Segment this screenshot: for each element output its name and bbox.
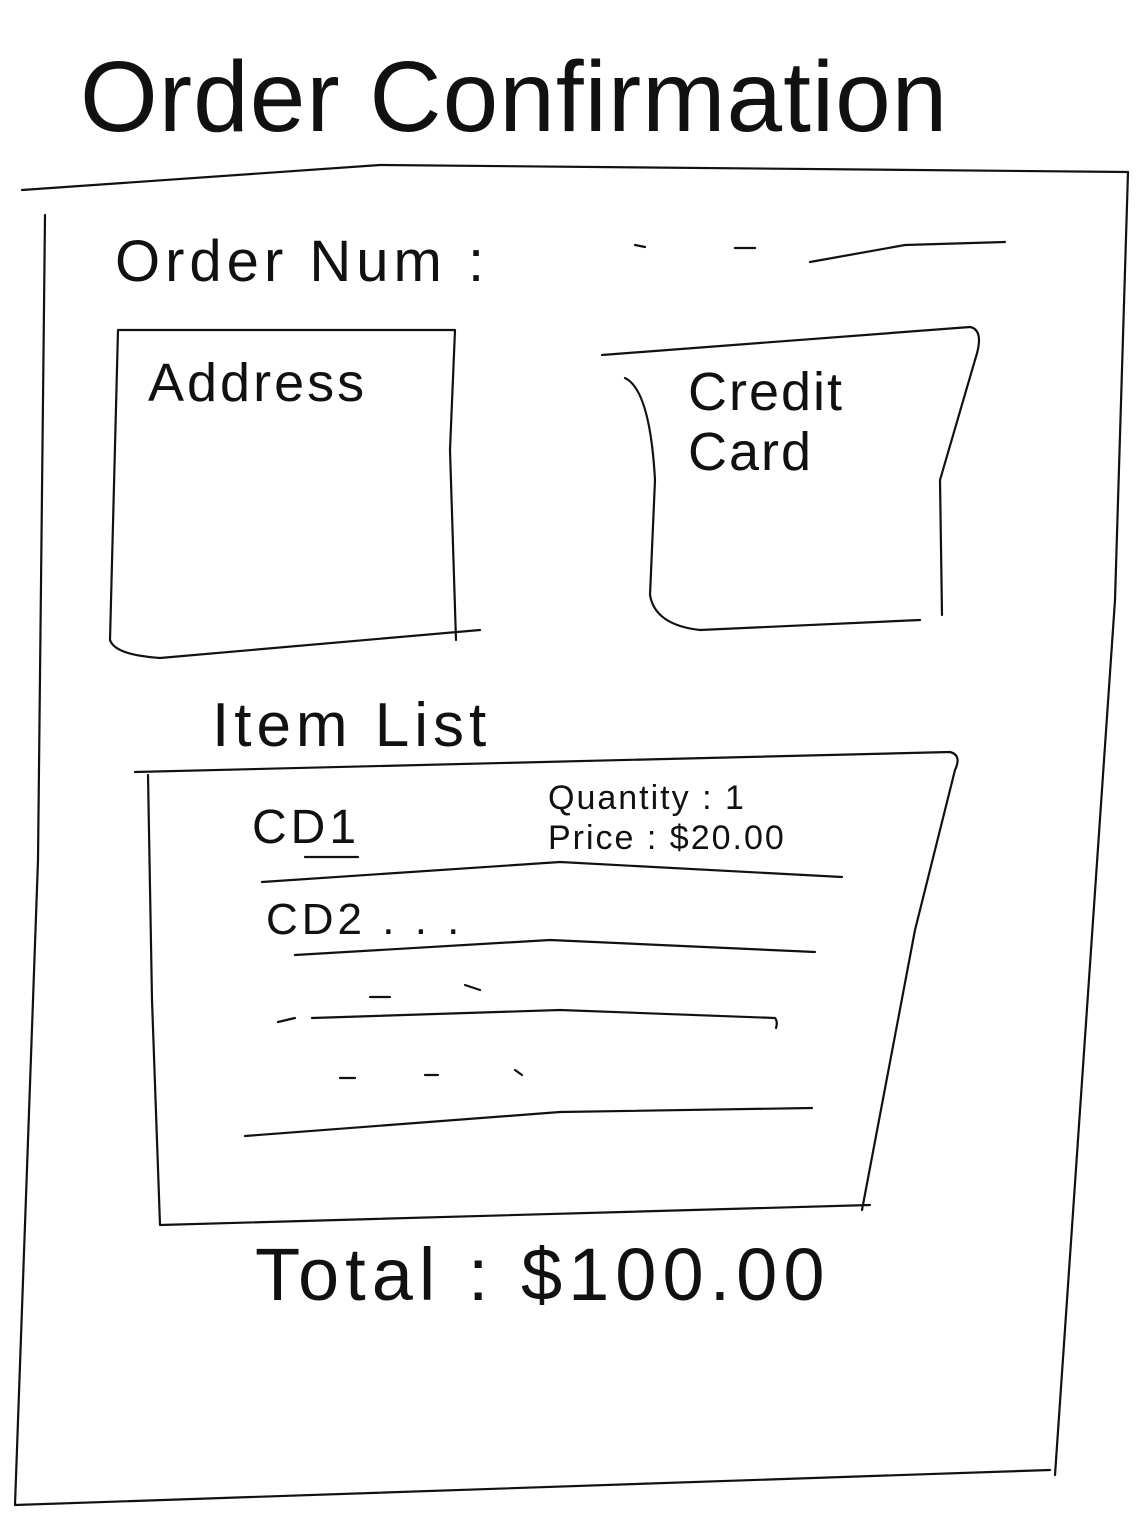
credit-card-line1: Credit <box>688 362 845 422</box>
item-price: Price : $20.00 <box>548 819 786 857</box>
item-list-heading: Item List <box>212 691 492 760</box>
item-quantity: Quantity : 1 <box>548 779 746 817</box>
page-title: Order Confirmation <box>80 41 949 153</box>
row-divider-1 <box>260 860 844 884</box>
title-underline <box>20 163 1130 192</box>
order-number-label: Order Num : <box>115 229 490 294</box>
item-details: Quantity : 1 Price : $20.00 <box>548 778 786 858</box>
row-divider-3 <box>310 1008 778 1030</box>
row-divider-4 <box>243 1106 814 1138</box>
credit-card-line2: Card <box>688 422 814 482</box>
order-num-dashes <box>633 240 1007 264</box>
address-label: Address <box>148 353 368 413</box>
item-name: CD2 . . . <box>266 895 464 944</box>
credit-card-label: Credit Card <box>688 362 844 482</box>
row-dashes-4 <box>338 1068 524 1080</box>
item-name: CD1 <box>252 801 361 854</box>
order-total: Total : $100.00 <box>255 1233 831 1316</box>
